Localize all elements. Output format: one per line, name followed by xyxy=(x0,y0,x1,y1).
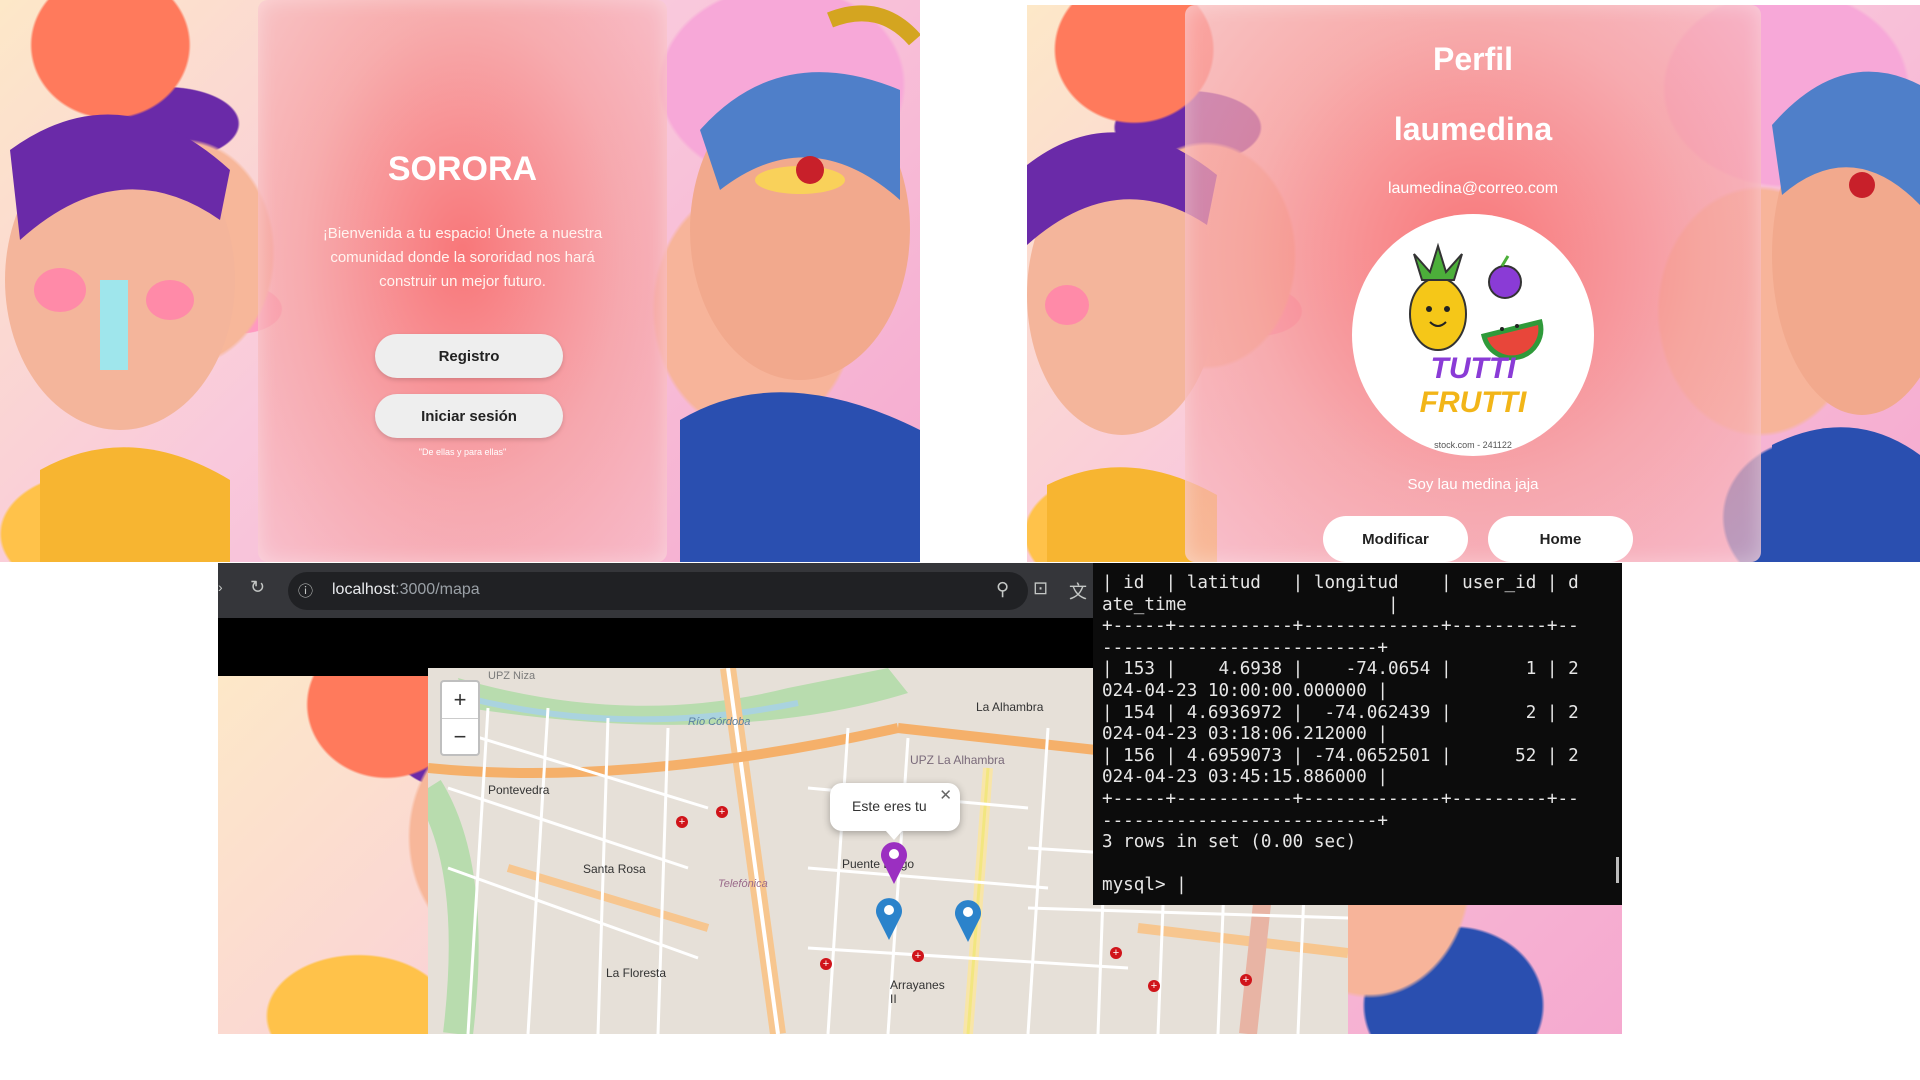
close-icon[interactable]: ✕ xyxy=(939,786,952,804)
zoom-in-button[interactable]: + xyxy=(442,682,478,719)
map-popup: Este eres tu ✕ xyxy=(830,783,960,840)
profile-title: Perfil xyxy=(1432,41,1514,77)
avatar-credit: stock.com - 241122 xyxy=(1434,440,1512,450)
map-label: UPZ La Alhambra xyxy=(910,753,1005,767)
map-label: UPZ Niza xyxy=(488,670,536,682)
hospital-icon: + xyxy=(1148,980,1160,992)
zoom-control: + − xyxy=(440,680,480,756)
welcome-text: ¡Bienvenida a tu espacio! Únete a nuestr… xyxy=(322,225,603,290)
terminal-line: +-----+-----------+-------------+-------… xyxy=(1102,788,1579,809)
terminal-line: 024-04-23 10:00:00.000000 | xyxy=(1102,680,1388,701)
terminal-line: --------------------------+ xyxy=(1102,810,1388,831)
url-text[interactable]: localhost:3000/mapa xyxy=(332,581,480,599)
art-figure-right xyxy=(1772,71,1920,562)
location-marker[interactable] xyxy=(954,898,982,942)
tagline: "De ellas y para ellas" xyxy=(418,447,507,457)
modify-button[interactable]: Modificar xyxy=(1323,516,1468,562)
avatar-text-2: FRUTTI xyxy=(1419,386,1527,419)
home-button[interactable]: Home xyxy=(1488,516,1633,562)
terminal-line: | id | latitud | longitud | user_id | d xyxy=(1102,573,1579,593)
map-label: Pontevedra xyxy=(488,783,550,797)
profile-email: laumedina@correo.com xyxy=(1387,180,1559,197)
url-host: localhost xyxy=(332,581,396,598)
terminal-line: | 154 | 4.6936972 | -74.062439 | 2 | 2 xyxy=(1102,702,1579,723)
terminal-line: | 153 | 4.6938 | -74.0654 | 1 | 2 xyxy=(1102,659,1579,680)
terminal-line: +-----+-----------+-------------+-------… xyxy=(1102,616,1579,637)
terminal-line: --------------------------+ xyxy=(1102,637,1388,658)
login-card: SORORA ¡Bienvenida a tu espacio! Únete a… xyxy=(258,0,667,562)
profile-card: Perfil laumedina laumedina@correo.com TU… xyxy=(1185,5,1761,562)
map-label: La Alhambra xyxy=(976,700,1044,714)
avatar: TUTTI FRUTTI stock.com - 241122 xyxy=(1352,214,1594,456)
hospital-icon: + xyxy=(820,958,832,970)
info-icon: ⓘ xyxy=(298,583,314,600)
location-icon[interactable]: ⚲ xyxy=(996,579,1009,600)
terminal-scrollbar[interactable] xyxy=(1616,857,1619,883)
mysql-terminal[interactable]: | id | latitud | longitud | user_id | d … xyxy=(1093,563,1622,905)
map-label: Río Córdoba xyxy=(688,716,751,728)
url-path: :3000/mapa xyxy=(395,581,480,598)
terminal-output: | id | latitud | longitud | user_id | d … xyxy=(1102,573,1579,897)
arrow-icon[interactable]: › xyxy=(218,579,223,595)
install-icon[interactable]: ⊡ xyxy=(1033,578,1048,599)
hospital-icon: + xyxy=(1240,974,1252,986)
profile-username: laumedina xyxy=(1393,111,1553,147)
hospital-icon: + xyxy=(716,806,728,818)
popup-text: Este eres tu xyxy=(852,798,927,814)
hospital-icon: + xyxy=(912,950,924,962)
map-label: La Floresta xyxy=(606,966,667,980)
terminal-line: 024-04-23 03:45:15.886000 | xyxy=(1102,767,1388,788)
signin-button[interactable]: Iniciar sesión xyxy=(375,394,563,438)
hospital-icon: + xyxy=(1110,947,1122,959)
reload-icon[interactable]: ↻ xyxy=(250,577,265,598)
translate-icon[interactable]: 文 xyxy=(1069,578,1087,604)
location-marker[interactable] xyxy=(875,896,903,940)
art-figure-left xyxy=(5,114,235,562)
user-location-marker[interactable] xyxy=(880,840,908,884)
hospital-icon: + xyxy=(676,816,688,828)
zoom-out-button[interactable]: − xyxy=(442,719,478,755)
terminal-line: 3 rows in set (0.00 sec) xyxy=(1102,832,1357,853)
map-label: Arrayanes II xyxy=(890,978,945,1006)
map-label: Santa Rosa xyxy=(583,862,646,876)
terminal-line: 024-04-23 03:18:06.212000 | xyxy=(1102,724,1388,745)
avatar-text-1: TUTTI xyxy=(1430,352,1516,385)
terminal-prompt[interactable]: mysql> | xyxy=(1102,875,1187,895)
terminal-line: | 156 | 4.6959073 | -74.0652501 | 52 | 2 xyxy=(1102,745,1579,766)
art-figure xyxy=(680,5,920,562)
app-title: SORORA xyxy=(387,150,538,188)
profile-bio: Soy lau medina jaja xyxy=(1407,476,1539,493)
terminal-line: ate_time | xyxy=(1102,594,1399,615)
register-button[interactable]: Registro xyxy=(375,334,563,378)
map-label: Telefónica xyxy=(718,878,768,890)
